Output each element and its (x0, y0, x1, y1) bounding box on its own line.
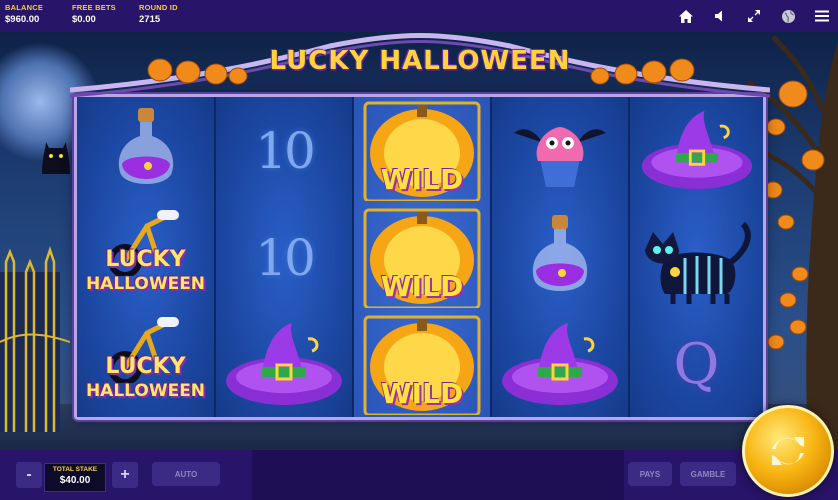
home-icon[interactable] (676, 6, 696, 26)
witch-hat-icon (641, 110, 752, 189)
total-stake-label: TOTAL STAKE (52, 466, 98, 473)
potion-icon (532, 214, 588, 291)
witch-hat-icon (226, 322, 342, 405)
spin-button[interactable] (742, 405, 834, 497)
wild-text: WILD (380, 163, 464, 196)
symbol-ten: 10 (216, 97, 352, 204)
fullscreen-icon[interactable] (744, 6, 764, 26)
bottom-bar: - TOTAL STAKE $40.00 + AUTO PAYS GAMBLE (0, 450, 838, 500)
lucky-text-bottom: HALLOWEEN (85, 381, 206, 401)
symbol-lucky-halloween: LUCKY HALLOWEEN (77, 311, 214, 418)
free-bets-stat: FREE BETS $0.00 (72, 3, 116, 27)
top-bar: BALANCE $960.00 FREE BETS $0.00 ROUND ID… (0, 0, 838, 32)
lucky-text-bottom: HALLOWEEN (85, 274, 206, 294)
potion-icon (118, 107, 173, 184)
reel-4 (492, 97, 630, 417)
top-icons (676, 6, 832, 26)
reel-5: Q (630, 97, 763, 417)
symbol-wild: WILD (354, 311, 490, 418)
pays-button[interactable]: PAYS (628, 462, 672, 486)
free-bets-value: $0.00 (72, 14, 96, 25)
wild-text: WILD (380, 270, 464, 303)
game-logo: LUCKY HALLOWEEN (260, 40, 580, 90)
black-cat-decoration (42, 142, 70, 174)
wild-text: WILD (380, 377, 464, 410)
decrease-stake-button[interactable]: - (16, 462, 42, 488)
fence-decoration (0, 246, 70, 432)
ten-symbol-text: 10 (255, 121, 316, 180)
symbol-cupcake (492, 97, 628, 204)
balance-label: BALANCE (5, 3, 44, 12)
symbol-lucky-halloween: LUCKY HALLOWEEN (77, 204, 214, 311)
gamble-button[interactable]: GAMBLE (680, 462, 736, 486)
round-id-value: 2715 (139, 14, 161, 25)
info-globe-icon[interactable] (778, 6, 798, 26)
symbol-wild: WILD (354, 204, 490, 311)
cat-icon (644, 221, 751, 304)
symbol-witch-hat (630, 97, 763, 204)
witch-hat-icon (502, 322, 618, 405)
reel-2: 10 10 (216, 97, 354, 417)
game-scene: LUCKY HALLOWEEN LUCKY HALLOWEEN 10 10 WI… (0, 32, 838, 450)
symbol-witch-hat (492, 311, 628, 418)
total-stake-value: $40.00 (59, 475, 91, 486)
symbol-cat (630, 204, 763, 311)
auto-button[interactable]: AUTO (152, 462, 220, 486)
symbol-ten: 10 (216, 204, 352, 311)
lucky-text-top: LUCKY (105, 247, 186, 272)
spin-arrows-icon (772, 437, 804, 465)
round-id-label: ROUND ID (139, 3, 178, 12)
free-bets-label: FREE BETS (72, 3, 116, 12)
ten-symbol-text: 10 (255, 228, 316, 287)
total-stake-box: TOTAL STAKE $40.00 (44, 463, 106, 492)
balance-value: $960.00 (5, 14, 40, 25)
sound-icon[interactable] (710, 6, 730, 26)
lucky-text-top: LUCKY (105, 354, 186, 379)
logo-text: LUCKY HALLOWEEN (269, 46, 571, 76)
queen-symbol-text: Q (673, 332, 720, 397)
increase-stake-button[interactable]: + (112, 462, 138, 488)
reel-3: WILD WILD WILD (354, 97, 492, 417)
symbol-potion (492, 204, 628, 311)
menu-icon[interactable] (812, 6, 832, 26)
reel-frame: LUCKY HALLOWEEN LUCKY HALLOWEEN 10 10 WI… (74, 94, 766, 420)
balance-stat: BALANCE $960.00 (5, 3, 43, 27)
cupcake-bat-icon (514, 126, 606, 187)
round-id-stat: ROUND ID 2715 (139, 3, 178, 27)
symbol-wild: WILD (354, 97, 490, 204)
symbol-potion (77, 97, 214, 204)
symbol-queen: Q (630, 311, 763, 418)
message-area (252, 450, 624, 500)
reel-1: LUCKY HALLOWEEN LUCKY HALLOWEEN (77, 97, 216, 417)
symbol-witch-hat (216, 311, 352, 418)
